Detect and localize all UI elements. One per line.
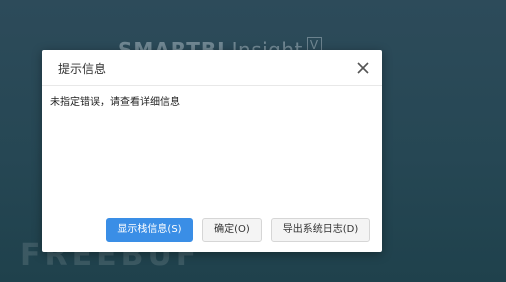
export-log-button[interactable]: 导出系统日志(D) — [271, 218, 370, 242]
message-dialog: 提示信息 未指定错误，请查看详细信息 显示栈信息(S) 确定(O) 导出系统日志… — [42, 50, 382, 252]
show-stack-button[interactable]: 显示栈信息(S) — [106, 218, 193, 242]
dialog-title: 提示信息 — [58, 62, 107, 76]
dialog-header: 提示信息 — [42, 50, 382, 86]
ok-button[interactable]: 确定(O) — [202, 218, 262, 242]
app-background: SMARTBIInsightV FREEBUF 提示信息 未指定错误，请查看详细… — [0, 0, 506, 282]
error-message: 未指定错误，请查看详细信息 — [50, 97, 180, 108]
dialog-body: 未指定错误，请查看详细信息 — [42, 87, 382, 207]
close-icon[interactable] — [354, 59, 372, 77]
